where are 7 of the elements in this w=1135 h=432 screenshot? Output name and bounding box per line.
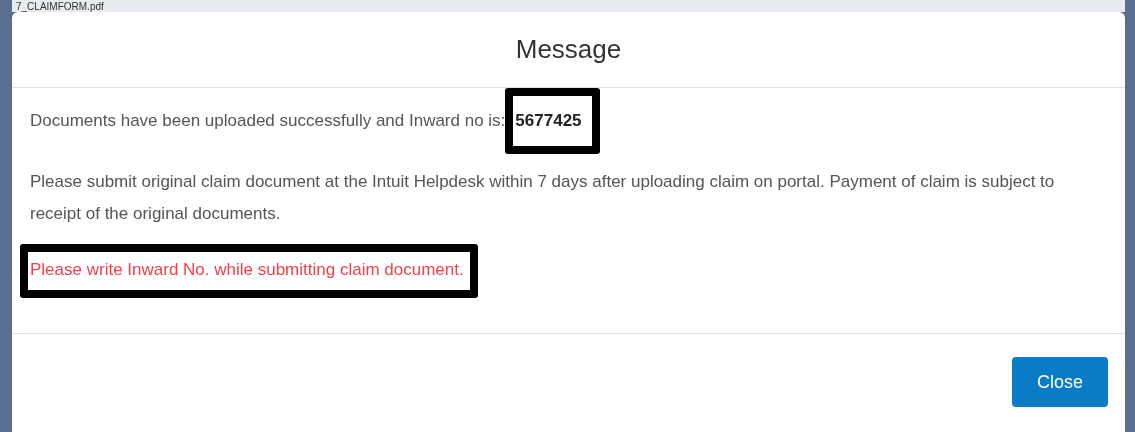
inward-number: 5677425 <box>515 111 582 130</box>
file-name: 7_CLAIMFORM.pdf <box>16 1 104 12</box>
dialog-title: Message <box>515 34 622 65</box>
notice-text: Please write Inward No. while submitting claim document. <box>30 260 464 279</box>
close-button[interactable]: Close <box>1012 357 1108 407</box>
instructions-text: Please submit original claim document at the Intuit Helpdesk within 7 days after uploading claim on portal. Payment of claim is subject to receipt of the original documents. <box>30 171 1056 225</box>
upload-message: Documents have been uploaded successfully and Inward no is: <box>30 111 506 131</box>
